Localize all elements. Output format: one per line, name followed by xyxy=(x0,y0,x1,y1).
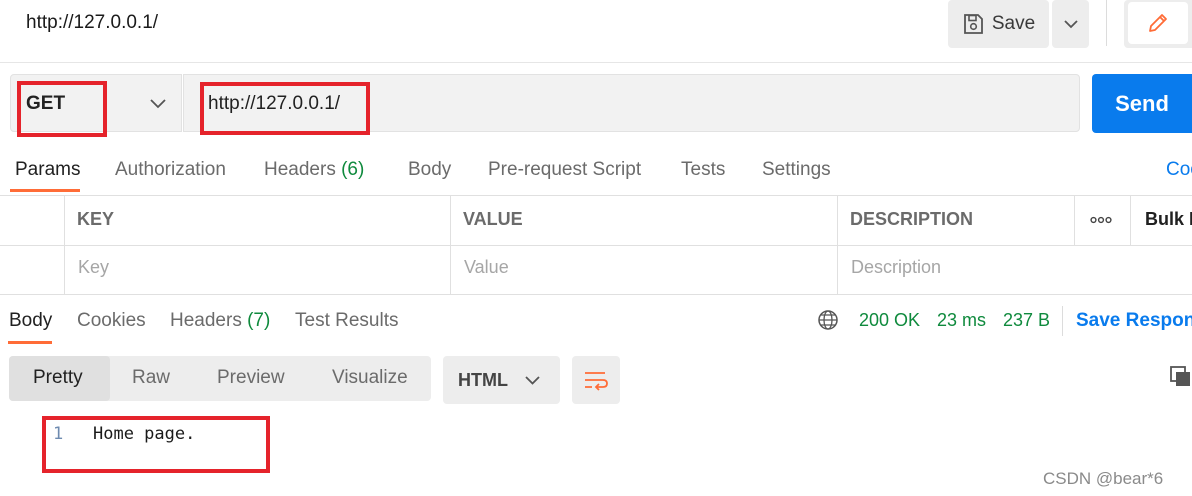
bulk-edit-link[interactable]: Bulk E xyxy=(1145,209,1192,230)
toolbar-divider xyxy=(1106,0,1107,46)
method-chevron-icon xyxy=(150,96,166,114)
tab-settings[interactable]: Settings xyxy=(762,159,831,181)
table-column-divider xyxy=(1130,196,1131,245)
wrap-lines-icon xyxy=(585,372,608,391)
tab-authorization[interactable]: Authorization xyxy=(115,159,226,181)
tab-body[interactable]: Body xyxy=(408,159,451,181)
top-divider xyxy=(0,62,1192,63)
tab-tests[interactable]: Tests xyxy=(681,159,725,181)
response-tab-headers-count: (7) xyxy=(247,310,271,331)
edit-button-inner xyxy=(1128,2,1188,44)
chevron-down-icon xyxy=(150,99,166,109)
more-options-icon[interactable] xyxy=(1090,212,1112,230)
globe-icon[interactable] xyxy=(817,309,839,336)
response-tab-test-results[interactable]: Test Results xyxy=(295,310,398,332)
chevron-down-icon xyxy=(1063,19,1078,28)
param-key-input[interactable]: Key xyxy=(78,257,109,278)
tab-headers[interactable]: Headers (6) xyxy=(264,159,364,181)
response-size[interactable]: 237 B xyxy=(1003,310,1050,331)
save-label: Save xyxy=(991,13,1036,34)
send-button[interactable]: Send xyxy=(1092,74,1192,133)
edit-button[interactable] xyxy=(1124,0,1192,48)
watermark: CSDN @bear*6 xyxy=(1043,469,1164,488)
globe-icon-svg xyxy=(818,310,838,330)
status-code[interactable]: 200 OK xyxy=(859,310,920,331)
active-tab-indicator xyxy=(10,189,80,192)
tab-pre-request-script[interactable]: Pre-request Script xyxy=(488,159,641,181)
save-button[interactable]: Save xyxy=(948,0,1049,48)
wrap-lines-button[interactable] xyxy=(572,356,620,404)
view-pretty-label: Pretty xyxy=(33,367,83,388)
response-time[interactable]: 23 ms xyxy=(937,310,986,331)
tab-headers-label: Headers xyxy=(264,159,336,180)
status-divider xyxy=(1062,306,1063,336)
param-description-input[interactable]: Description xyxy=(851,257,941,278)
save-icon xyxy=(963,14,983,34)
copy-icon-svg xyxy=(1170,366,1190,386)
view-raw-button[interactable]: Raw xyxy=(132,367,170,389)
chevron-down-icon xyxy=(525,376,540,385)
format-label: HTML xyxy=(458,370,508,390)
pencil-icon xyxy=(1149,14,1167,32)
table-column-divider xyxy=(64,196,65,294)
column-header-key: KEY xyxy=(77,209,115,229)
table-column-divider xyxy=(1074,196,1075,245)
table-border-bottom xyxy=(0,294,1192,295)
response-tab-headers-label: Headers xyxy=(170,310,242,331)
column-header-description: DESCRIPTION xyxy=(850,209,974,229)
annotation-box-method xyxy=(17,81,107,137)
save-options-button[interactable] xyxy=(1052,0,1089,48)
column-header-value: VALUE xyxy=(463,209,523,229)
ellipsis-icon xyxy=(1090,216,1112,224)
param-value-input[interactable]: Value xyxy=(464,257,509,278)
tab-params[interactable]: Params xyxy=(15,159,80,181)
save-response-button[interactable]: Save Respons xyxy=(1076,310,1192,332)
tab-headers-count: (6) xyxy=(341,159,365,180)
copy-icon[interactable] xyxy=(1170,366,1192,393)
response-tab-body[interactable]: Body xyxy=(9,310,52,332)
view-preview-button[interactable]: Preview xyxy=(217,367,285,389)
response-tab-cookies[interactable]: Cookies xyxy=(77,310,146,332)
annotation-box-url xyxy=(200,82,370,135)
cookies-link[interactable]: Coo xyxy=(1166,159,1192,181)
table-border-mid xyxy=(0,245,1192,246)
response-tab-headers[interactable]: Headers (7) xyxy=(170,310,270,332)
active-tab-indicator xyxy=(8,341,52,344)
table-column-divider xyxy=(837,196,838,294)
table-column-divider xyxy=(450,196,451,294)
table-border-top xyxy=(0,195,1192,196)
format-chevron xyxy=(525,372,540,390)
request-tab-title[interactable]: http://127.0.0.1/ xyxy=(26,12,158,34)
annotation-box-response xyxy=(42,416,270,473)
view-visualize-button[interactable]: Visualize xyxy=(332,367,408,389)
